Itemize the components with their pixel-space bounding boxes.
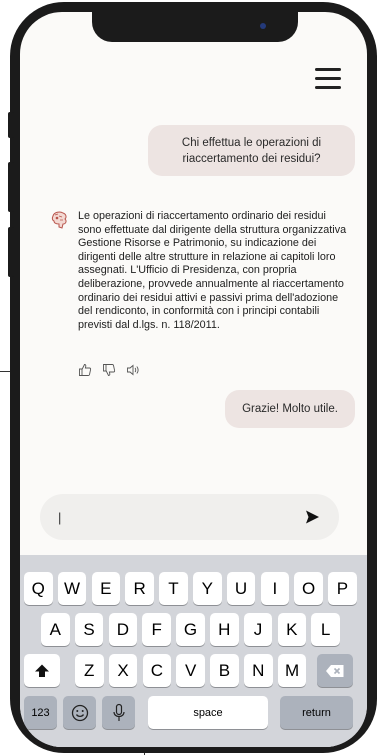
key-u[interactable]: U <box>226 572 256 605</box>
key-p[interactable]: P <box>328 572 357 605</box>
key-k[interactable]: K <box>277 613 307 646</box>
key-t[interactable]: T <box>159 572 188 605</box>
key-d[interactable]: D <box>108 613 138 646</box>
volume-down-button <box>8 227 14 277</box>
key-l[interactable]: L <box>311 613 340 646</box>
silent-switch <box>8 112 14 138</box>
key-y[interactable]: Y <box>193 572 222 605</box>
bot-answer-text: Le operazioni di riaccertamento ordinari… <box>78 210 347 331</box>
key-v[interactable]: V <box>176 654 205 687</box>
key-c[interactable]: C <box>142 654 172 687</box>
key-x[interactable]: X <box>108 654 138 687</box>
key-r[interactable]: R <box>125 572 154 605</box>
user-reply-text: Grazie! Molto utile. <box>242 403 338 415</box>
key-s[interactable]: S <box>74 613 104 646</box>
microphone-icon[interactable] <box>102 696 135 729</box>
key-i[interactable]: I <box>260 572 290 605</box>
key-g[interactable]: G <box>176 613 205 646</box>
volume-up-button <box>8 162 14 212</box>
key-j[interactable]: J <box>243 613 273 646</box>
key-z[interactable]: Z <box>75 654 104 687</box>
onscreen-keyboard: Q W E R T Y U I O P A S D F G H J K L Z X C V B N M 123 space return <box>20 555 367 747</box>
key-f[interactable]: F <box>142 613 171 646</box>
message-input-bar <box>40 494 339 540</box>
message-input[interactable] <box>58 507 288 527</box>
key-b[interactable]: B <box>210 654 239 687</box>
user-message-text: Chi effettua le operazioni di riaccertam… <box>181 137 322 165</box>
app-screen: Chi effettua le operazioni di riaccertam… <box>20 12 367 747</box>
send-icon[interactable] <box>304 509 320 525</box>
key-h[interactable]: H <box>210 613 239 646</box>
backspace-icon[interactable] <box>317 654 353 687</box>
user-reply-bubble: Grazie! Molto utile. <box>225 390 355 428</box>
user-message-bubble: Chi effettua le operazioni di riaccertam… <box>148 125 355 176</box>
key-m[interactable]: M <box>277 654 307 687</box>
space-key[interactable]: space <box>148 696 268 729</box>
key-e[interactable]: E <box>91 572 121 605</box>
notch <box>92 12 298 42</box>
numbers-key[interactable]: 123 <box>24 696 57 729</box>
key-a[interactable]: A <box>41 613 70 646</box>
thumbs-down-icon[interactable] <box>102 363 116 377</box>
emoji-icon[interactable] <box>63 696 96 729</box>
key-q[interactable]: Q <box>24 572 53 605</box>
keyboard-bottom-area <box>20 736 367 747</box>
speaker-icon[interactable] <box>126 363 140 377</box>
key-w[interactable]: W <box>57 572 87 605</box>
key-n[interactable]: N <box>244 654 273 687</box>
message-actions <box>78 363 140 377</box>
bot-avatar-icon <box>50 210 70 230</box>
return-key[interactable]: return <box>280 696 353 729</box>
key-o[interactable]: O <box>294 572 323 605</box>
shift-icon[interactable] <box>24 654 60 687</box>
thumbs-up-icon[interactable] <box>78 363 92 377</box>
hamburger-menu-icon[interactable] <box>315 68 341 90</box>
front-camera <box>260 23 266 29</box>
